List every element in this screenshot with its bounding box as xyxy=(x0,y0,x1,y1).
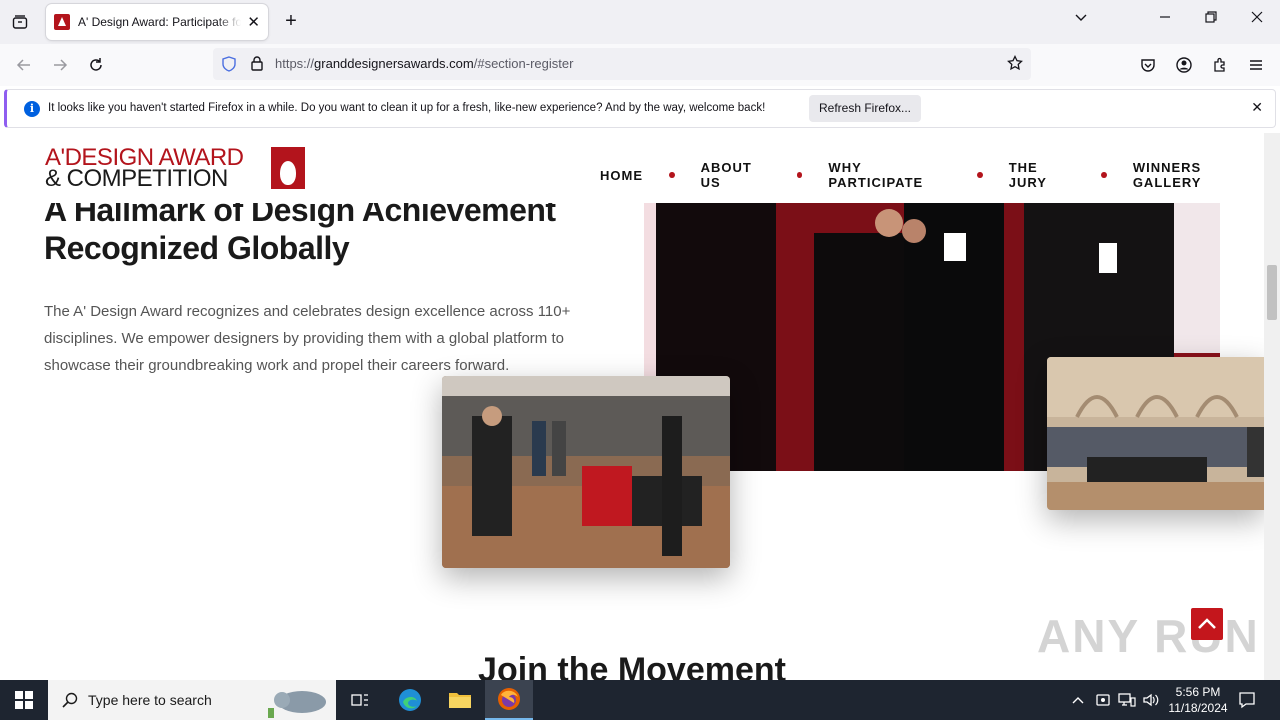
nav-separator-dot xyxy=(977,172,983,178)
search-placeholder: Type here to search xyxy=(88,692,212,708)
url-bar[interactable]: https://granddesignersawards.com/#sectio… xyxy=(213,48,1031,80)
task-view-icon[interactable] xyxy=(336,680,384,720)
site-logo[interactable]: A'DESIGN AWARD & COMPETITION xyxy=(45,145,305,192)
refresh-firefox-button[interactable]: Refresh Firefox... xyxy=(809,95,921,122)
close-tab-icon[interactable]: ✕ xyxy=(247,13,260,31)
nav-the-jury[interactable]: THE JURY xyxy=(1009,160,1076,190)
bookmark-star-icon[interactable] xyxy=(1007,54,1023,76)
search-highlight-manatee-icon xyxy=(266,684,330,723)
web-page: A Hallmark of Design Achievement Recogni… xyxy=(0,133,1264,680)
url-scheme: https:// xyxy=(275,56,315,71)
tab-title: A' Design Award: Participate for xyxy=(77,15,242,29)
forward-arrow-icon[interactable] xyxy=(48,53,72,77)
reload-icon[interactable] xyxy=(84,53,108,77)
anyrun-watermark: ANY RUN xyxy=(1037,610,1260,662)
hero-description: The A' Design Award recognizes and celeb… xyxy=(44,303,571,374)
page-scrollbar[interactable] xyxy=(1264,133,1280,680)
tab-bar: A' Design Award: Participate for ✕ + xyxy=(0,0,1280,44)
taskbar-search-box[interactable]: Type here to search xyxy=(48,680,336,720)
exhibition-visitors-photo xyxy=(442,376,730,568)
nav-why-participate[interactable]: WHY PARTICIPATE xyxy=(828,160,951,190)
navigation-toolbar: https://granddesignersawards.com/#sectio… xyxy=(0,44,1280,86)
nav-separator-dot xyxy=(796,172,803,178)
hamburger-menu-icon[interactable] xyxy=(1244,53,1268,77)
logo-text-line2: & COMPETITION xyxy=(45,165,228,192)
notification-bar: i It looks like you haven't started Fire… xyxy=(4,89,1276,128)
site-header: A'DESIGN AWARD & COMPETITION HOME ABOUT … xyxy=(0,133,1264,203)
url-text[interactable]: https://granddesignersawards.com/#sectio… xyxy=(275,56,573,71)
clock-time: 5:56 PM xyxy=(1175,685,1221,699)
clock-date: 11/18/2024 xyxy=(1168,701,1228,715)
nav-home[interactable]: HOME xyxy=(600,168,643,183)
pocket-icon[interactable] xyxy=(1136,53,1160,77)
system-clock[interactable]: 5:56 PM 11/18/2024 xyxy=(1160,684,1236,716)
nav-about-us[interactable]: ABOUT US xyxy=(701,160,771,190)
meet-now-icon[interactable] xyxy=(1095,692,1111,713)
file-explorer-icon[interactable] xyxy=(436,680,484,720)
url-path: /#section-register xyxy=(473,56,574,71)
info-icon: i xyxy=(24,101,40,117)
firefox-taskbar-icon[interactable] xyxy=(485,680,533,720)
close-notification-icon[interactable]: ✕ xyxy=(1251,99,1263,116)
close-window-icon[interactable] xyxy=(1250,10,1264,27)
exhibition-hall-photo xyxy=(1047,357,1264,510)
notifications-center-icon[interactable] xyxy=(1238,691,1256,714)
back-arrow-icon[interactable] xyxy=(12,53,36,77)
main-navigation: HOME ABOUT US WHY PARTICIPATE THE JURY W… xyxy=(600,160,1264,190)
list-all-tabs-icon[interactable] xyxy=(1074,10,1088,27)
edge-browser-icon[interactable] xyxy=(386,680,434,720)
windows-taskbar: Type here to search 5:56 PM 11/18/2024 xyxy=(0,680,1280,720)
new-tab-button[interactable]: + xyxy=(280,10,302,32)
nav-separator-dot xyxy=(1101,172,1107,178)
hero-title-line2: Recognized Globally xyxy=(44,230,350,266)
tab-list-icon[interactable] xyxy=(8,10,32,34)
network-icon[interactable] xyxy=(1118,692,1136,713)
restore-icon[interactable] xyxy=(1204,10,1218,27)
scroll-to-top-button[interactable] xyxy=(1191,608,1223,640)
url-host: granddesignersawards.com xyxy=(314,56,474,71)
logo-mark-icon xyxy=(271,147,305,189)
lock-icon[interactable] xyxy=(249,55,265,76)
volume-icon[interactable] xyxy=(1142,692,1160,713)
windows-start-icon[interactable] xyxy=(0,680,48,720)
account-icon[interactable] xyxy=(1172,53,1196,77)
notification-message: It looks like you haven't started Firefo… xyxy=(48,102,766,114)
nav-separator-dot xyxy=(669,172,675,178)
tracking-shield-icon[interactable] xyxy=(221,56,237,77)
browser-tab[interactable]: A' Design Award: Participate for ✕ xyxy=(46,4,268,40)
minimize-icon[interactable] xyxy=(1158,10,1172,27)
extensions-icon[interactable] xyxy=(1208,53,1232,77)
tray-overflow-chevron-icon[interactable] xyxy=(1071,693,1085,712)
search-icon xyxy=(62,692,78,713)
scrollbar-thumb[interactable] xyxy=(1267,265,1277,320)
nav-winners-gallery[interactable]: WINNERS GALLERY xyxy=(1133,160,1264,190)
site-favicon-icon xyxy=(54,14,70,30)
